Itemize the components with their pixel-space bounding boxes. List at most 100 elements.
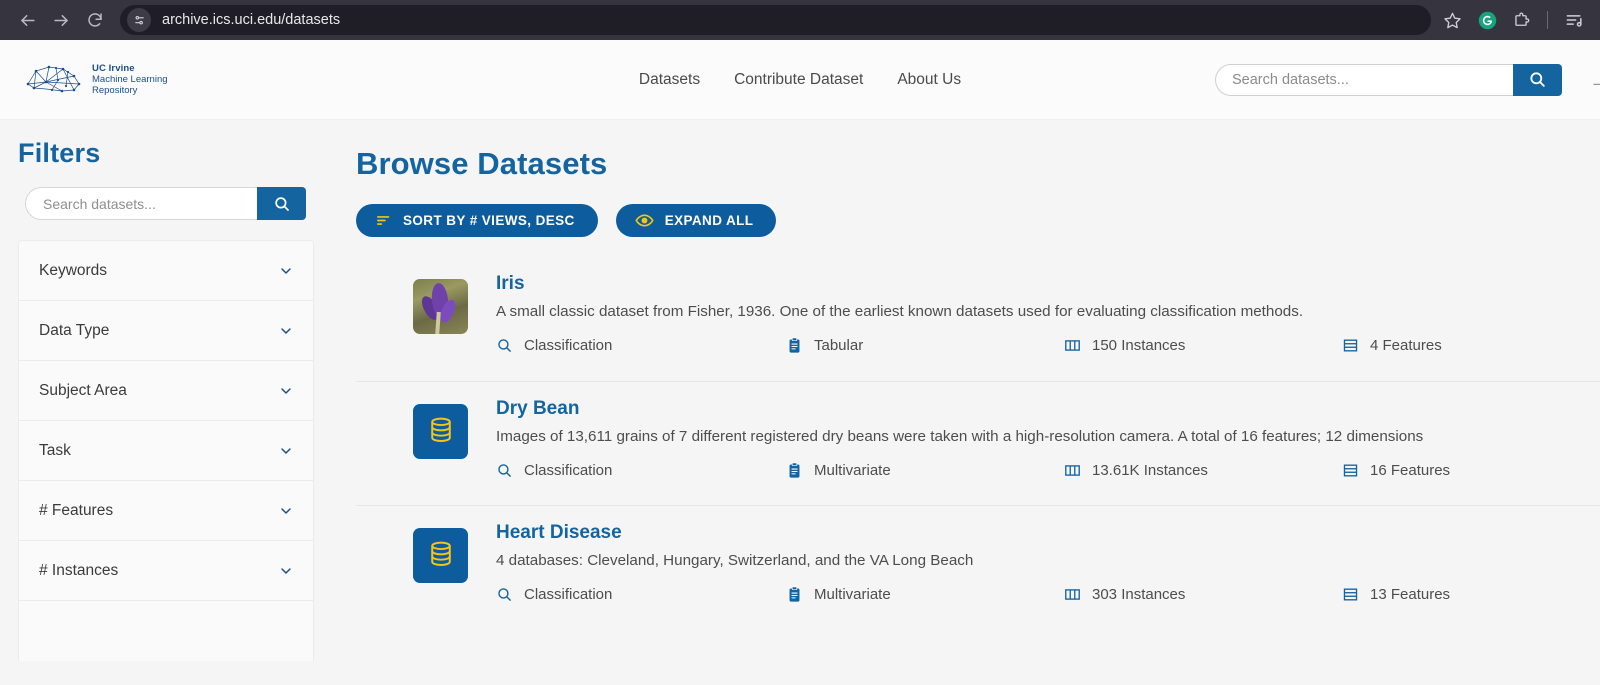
dataset-description: Images of 13,611 grains of 7 different r… (496, 428, 1424, 445)
toolbar: SORT BY # VIEWS, DESC EXPAND ALL (356, 204, 1600, 237)
dataset-thumbnail-database-placeholder (413, 404, 468, 459)
dataset-task-label: Classification (524, 462, 613, 480)
dataset-thumbnail-database-placeholder (413, 528, 468, 583)
columns-icon (1064, 586, 1081, 603)
dataset-data-type-label: Multivariate (814, 462, 891, 480)
filter-item-num-features[interactable]: # Features (19, 481, 313, 541)
tune-icon (134, 15, 144, 24)
filter-accordion: Keywords Data Type Subject Area Task # F… (18, 240, 314, 661)
dataset-task: Classification (496, 586, 786, 603)
dataset-instances: 13.61K Instances (1064, 462, 1342, 479)
thumb-shape (435, 311, 441, 334)
logo-line-1: UC Irvine (92, 62, 135, 74)
chevron-down-icon (278, 443, 294, 459)
sidebar-search-button[interactable] (257, 187, 306, 220)
puzzle-piece-icon (1514, 12, 1529, 26)
dataset-row[interactable]: Heart Disease 4 databases: Cleveland, Hu… (356, 505, 1600, 629)
filter-label: Subject Area (39, 381, 127, 399)
filter-item-keywords[interactable]: Keywords (19, 241, 313, 301)
arrow-left-icon (20, 14, 35, 26)
grammarly-extension-button[interactable] (1471, 4, 1503, 36)
dataset-features-label: 16 Features (1370, 462, 1451, 480)
chevron-down-icon (278, 563, 294, 579)
main-navigation: Datasets Contribute Dataset About Us (639, 71, 961, 89)
page-title: Browse Datasets (356, 146, 608, 181)
sort-by-button[interactable]: SORT BY # VIEWS, DESC (356, 204, 598, 237)
logo-line-2: Machine Learning (92, 73, 168, 85)
dataset-task: Classification (496, 337, 786, 354)
dataset-instances: 303 Instances (1064, 586, 1342, 603)
filter-label: Data Type (39, 321, 110, 339)
expand-all-button[interactable]: EXPAND ALL (615, 204, 777, 237)
dataset-instances: 150 Instances (1064, 337, 1342, 354)
address-bar[interactable]: archive.ics.uci.edu/datasets (120, 5, 1431, 35)
site-info-button[interactable] (127, 8, 151, 32)
url-text: archive.ics.uci.edu/datasets (162, 12, 341, 28)
filter-item-num-instances[interactable]: # Instances (19, 541, 313, 601)
dataset-row[interactable]: Dry Bean Images of 13,611 grains of 7 di… (356, 381, 1600, 505)
header-search-button[interactable] (1513, 63, 1562, 96)
dataset-features-label: 13 Features (1370, 586, 1451, 604)
nav-item-about-us[interactable]: About Us (897, 71, 961, 89)
nav-item-contribute-dataset[interactable]: Contribute Dataset (734, 71, 863, 89)
dataset-name-link[interactable]: Iris (496, 273, 525, 295)
dataset-details: Dry Bean Images of 13,611 grains of 7 di… (496, 398, 1600, 479)
bookmark-button[interactable] (1437, 5, 1467, 35)
dataset-description: 4 databases: Cleveland, Hungary, Switzer… (496, 552, 974, 569)
dataset-details: Heart Disease 4 databases: Cleveland, Hu… (496, 522, 1600, 603)
dataset-instances-label: 303 Instances (1092, 586, 1186, 604)
site-logo[interactable]: UC Irvine Machine Learning Repository (22, 60, 168, 100)
page-body: Filters Keywords Data Type (0, 120, 1600, 685)
dataset-metadata: Classification Tabular 150 Instances 4 F… (496, 337, 1600, 354)
expand-all-label: EXPAND ALL (664, 213, 754, 228)
arrow-right-icon (53, 14, 68, 26)
browser-menu-button[interactable] (1558, 4, 1590, 36)
logo-line-3: Repository (92, 85, 138, 97)
back-button[interactable] (10, 3, 44, 37)
filter-item-task[interactable]: Task (19, 421, 313, 481)
chevron-down-icon (278, 323, 294, 339)
uci-anteater-logo-icon (26, 65, 81, 92)
dataset-metadata: Classification Multivariate (496, 586, 1600, 603)
filter-item-subject-area[interactable]: Subject Area (19, 361, 313, 421)
columns-icon (1064, 462, 1081, 479)
chevron-down-icon (278, 503, 294, 519)
search-icon (1530, 72, 1545, 87)
dataset-metadata: Classification Multivariate (496, 462, 1600, 479)
eye-icon (635, 211, 654, 230)
sidebar-search-input[interactable] (41, 194, 257, 213)
dataset-instances-label: 13.61K Instances (1092, 462, 1208, 480)
main-content: Browse Datasets SORT BY # VIEWS, DESC EX… (320, 138, 1600, 685)
sidebar-search-field[interactable] (25, 187, 257, 220)
dataset-list: Iris A small classic dataset from Fisher… (356, 257, 1600, 629)
header-search (1215, 63, 1562, 96)
filter-item-next-partial[interactable] (19, 601, 313, 661)
forward-button[interactable] (44, 3, 78, 37)
header-search-field[interactable] (1215, 63, 1513, 96)
filter-item-data-type[interactable]: Data Type (19, 301, 313, 361)
nav-item-datasets[interactable]: Datasets (639, 71, 700, 89)
site-logo-text: UC Irvine Machine Learning Repository (92, 63, 168, 97)
sidebar-search (25, 187, 306, 220)
filter-label: Keywords (39, 261, 108, 279)
clipboard-icon (786, 462, 803, 479)
dataset-row[interactable]: Iris A small classic dataset from Fisher… (356, 257, 1600, 381)
magnifier-icon (496, 462, 513, 479)
filter-label: # Instances (39, 561, 119, 579)
site-header: UC Irvine Machine Learning Repository Da… (0, 40, 1600, 120)
toolbar-divider (1547, 11, 1548, 29)
database-icon (430, 541, 451, 566)
reload-button[interactable] (78, 3, 112, 37)
rows-icon (1342, 337, 1359, 354)
dataset-data-type-label: Tabular (814, 337, 864, 355)
dataset-name-link[interactable]: Heart Disease (496, 522, 622, 544)
magnifier-icon (496, 337, 513, 354)
extensions-button[interactable] (1505, 4, 1537, 36)
header-overflow-arrow-icon[interactable]: → (1590, 72, 1600, 92)
header-search-input[interactable] (1230, 70, 1513, 89)
clipboard-icon (786, 586, 803, 603)
playlist-menu-icon (1566, 15, 1582, 27)
dataset-name-link[interactable]: Dry Bean (496, 398, 579, 420)
filters-sidebar: Filters Keywords Data Type (8, 138, 320, 685)
filters-title: Filters (18, 138, 101, 168)
